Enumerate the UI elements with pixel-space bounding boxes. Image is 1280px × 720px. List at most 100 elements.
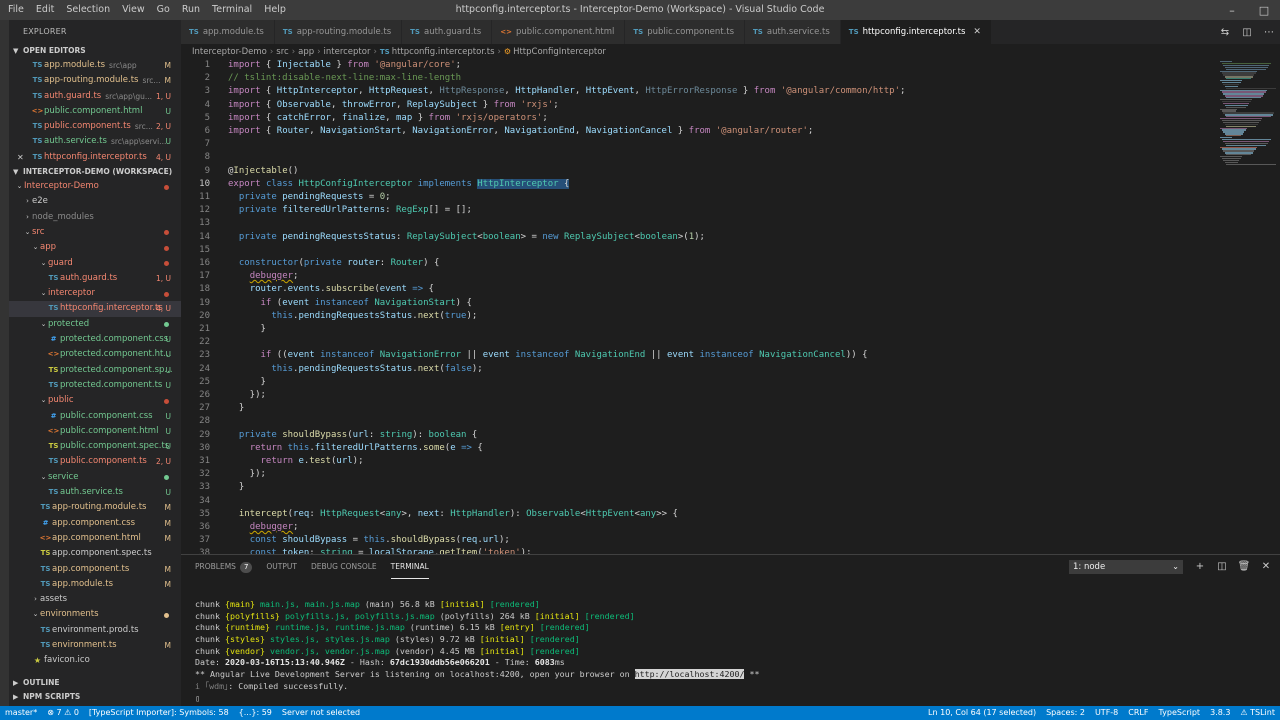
- split-editor-icon[interactable]: ◫: [1236, 27, 1258, 38]
- close-icon[interactable]: ✕: [973, 20, 981, 44]
- tslint-status[interactable]: ⚠ TSLint: [1235, 706, 1280, 720]
- file-item[interactable]: TS protected.component.sp... U: [9, 363, 181, 378]
- code-text: }: [228, 324, 266, 334]
- folder-item[interactable]: ⌄ src: [9, 225, 181, 240]
- panel-tab-terminal[interactable]: TERMINAL: [390, 555, 429, 579]
- outline-header[interactable]: ▶ OUTLINE: [9, 676, 181, 690]
- cursor-position[interactable]: Ln 10, Col 64 (17 selected): [923, 706, 1041, 720]
- open-editor-item[interactable]: ✕ TS httpconfig.interceptor.ts 4, U: [9, 150, 181, 165]
- problems-indicator[interactable]: ⊗ 7 ⚠ 0: [42, 706, 84, 720]
- code-editor[interactable]: 1 import { Injectable } from '@angular/co…: [181, 59, 1216, 554]
- npm-scripts-header[interactable]: ▶ NPM SCRIPTS: [9, 690, 181, 704]
- folder-item[interactable]: ⌄ service: [9, 470, 181, 485]
- open-editor-item[interactable]: TS public.component.ts src... 2, U: [9, 119, 181, 134]
- file-item[interactable]: <> protected.component.ht... U: [9, 347, 181, 362]
- trash-icon[interactable]: 🗑: [1237, 560, 1251, 574]
- file-item[interactable]: <> public.component.html U: [9, 424, 181, 439]
- menu-view[interactable]: View: [116, 0, 151, 20]
- branch-indicator[interactable]: master*: [0, 706, 42, 720]
- file-item[interactable]: <> app.component.html M: [9, 531, 181, 546]
- file-item[interactable]: TS environment.prod.ts: [9, 623, 181, 638]
- breadcrumb-item[interactable]: src: [276, 47, 288, 57]
- file-status-badge: M: [164, 61, 171, 70]
- more-actions-icon[interactable]: ⋯: [1258, 27, 1280, 38]
- close-icon[interactable]: ✕: [17, 150, 31, 165]
- menu-terminal[interactable]: Terminal: [206, 0, 258, 20]
- open-editors-header[interactable]: ▼ OPEN EDITORS: [9, 44, 181, 58]
- file-item[interactable]: # public.component.css U: [9, 409, 181, 424]
- indentation[interactable]: Spaces: 2: [1041, 706, 1090, 720]
- file-item[interactable]: # app.component.css M: [9, 516, 181, 531]
- breadcrumb-item[interactable]: interceptor: [324, 47, 371, 57]
- tab-auth-service-ts[interactable]: TS auth.service.ts: [745, 20, 841, 44]
- folder-item[interactable]: › assets: [9, 592, 181, 607]
- panel-tab-problems[interactable]: PROBLEMS 7: [195, 555, 253, 579]
- folder-item[interactable]: ⌄ interceptor: [9, 286, 181, 301]
- panel-tab-output[interactable]: OUTPUT: [266, 555, 297, 579]
- minimize-button[interactable]: –: [1216, 0, 1248, 20]
- typescript-file-icon: TS: [40, 549, 51, 558]
- line-number: 3: [204, 86, 210, 97]
- menu-edit[interactable]: Edit: [30, 0, 60, 20]
- language-mode[interactable]: TypeScript: [1153, 706, 1205, 720]
- tab-httpconfig-interceptor-ts[interactable]: TS httpconfig.interceptor.ts ✕: [840, 20, 992, 44]
- ts-importer-status[interactable]: [TypeScript Importer]: Symbols: 58: [84, 706, 234, 720]
- tab-public-component-html[interactable]: <> public.component.html: [492, 20, 626, 44]
- panel-tab-debug-console[interactable]: DEBUG CONSOLE: [311, 555, 377, 579]
- file-item[interactable]: TS environment.ts M: [9, 638, 181, 653]
- split-terminal-icon[interactable]: ◫: [1215, 560, 1229, 574]
- menu-run[interactable]: Run: [176, 0, 206, 20]
- file-item[interactable]: TS protected.component.ts U: [9, 378, 181, 393]
- folder-item[interactable]: › e2e: [9, 194, 181, 209]
- file-item[interactable]: TS public.component.ts 2, U: [9, 454, 181, 469]
- minimap[interactable]: [1216, 59, 1280, 554]
- tab-app-module-ts[interactable]: TS app.module.ts: [181, 20, 275, 44]
- folder-item[interactable]: › node_modules: [9, 210, 181, 225]
- new-terminal-icon[interactable]: +: [1193, 560, 1207, 574]
- menu-selection[interactable]: Selection: [60, 0, 116, 20]
- symbols-status[interactable]: {...}: 59: [234, 706, 277, 720]
- line-number: 34: [199, 495, 210, 506]
- folder-item[interactable]: ⌄ Interceptor-Demo: [9, 179, 181, 194]
- file-item[interactable]: TS app.component.spec.ts: [9, 546, 181, 561]
- file-item[interactable]: TS auth.service.ts U: [9, 485, 181, 500]
- open-editor-item[interactable]: <> public.component.html U: [9, 104, 181, 119]
- breadcrumb-item[interactable]: app: [298, 47, 314, 57]
- breadcrumb-item[interactable]: httpconfig.interceptor.ts: [392, 47, 495, 57]
- line-ending[interactable]: CRLF: [1123, 706, 1153, 720]
- file-item[interactable]: ★ favicon.ico: [9, 653, 181, 668]
- tab-public-component-ts[interactable]: TS public.component.ts: [625, 20, 746, 44]
- file-item[interactable]: TS auth.guard.ts 1, U: [9, 271, 181, 286]
- terminal-select[interactable]: 1: node ⌄: [1069, 560, 1183, 574]
- tab-app-routing-module-ts[interactable]: TS app-routing.module.ts: [274, 20, 403, 44]
- tab-auth-guard-ts[interactable]: TS auth.guard.ts: [402, 20, 493, 44]
- folder-item[interactable]: ⌄ environments: [9, 607, 181, 622]
- open-editor-item[interactable]: TS app.module.ts src\app M: [9, 58, 181, 73]
- terminal-output[interactable]: chunk {main} main.js, main.js.map (main)…: [195, 599, 1275, 704]
- open-editor-item[interactable]: TS auth.guard.ts src\app\gu... 1, U: [9, 89, 181, 104]
- close-panel-icon[interactable]: ✕: [1259, 560, 1273, 574]
- file-item[interactable]: TS app.module.ts M: [9, 577, 181, 592]
- folder-item[interactable]: ⌄ protected: [9, 317, 181, 332]
- menu-help[interactable]: Help: [258, 0, 292, 20]
- open-changes-icon[interactable]: ⇆: [1214, 27, 1236, 38]
- breadcrumb-item[interactable]: Interceptor-Demo: [192, 47, 267, 57]
- folder-item[interactable]: ⌄ app: [9, 240, 181, 255]
- open-editor-item[interactable]: TS auth.service.ts src\app\servi... U: [9, 134, 181, 149]
- folder-item[interactable]: ⌄ guard: [9, 256, 181, 271]
- file-item[interactable]: TS app-routing.module.ts M: [9, 500, 181, 515]
- open-editor-item[interactable]: TS app-routing.module.ts src... M: [9, 73, 181, 88]
- file-item[interactable]: TS public.component.spec.ts U: [9, 439, 181, 454]
- breadcrumb-item[interactable]: HttpConfigInterceptor: [513, 47, 606, 57]
- server-status[interactable]: Server not selected: [277, 706, 365, 720]
- file-item[interactable]: TS httpconfig.interceptor.ts 4, U: [9, 301, 181, 317]
- encoding[interactable]: UTF-8: [1090, 706, 1123, 720]
- ts-version[interactable]: 3.8.3: [1205, 706, 1235, 720]
- file-item[interactable]: TS app.component.ts M: [9, 562, 181, 577]
- menu-file[interactable]: File: [2, 0, 30, 20]
- maximize-button[interactable]: □: [1248, 0, 1280, 20]
- workspace-header[interactable]: ▼ INTERCEPTOR-DEMO (WORKSPACE): [9, 165, 181, 179]
- file-item[interactable]: # protected.component.css U: [9, 332, 181, 347]
- folder-item[interactable]: ⌄ public: [9, 393, 181, 408]
- menu-go[interactable]: Go: [151, 0, 176, 20]
